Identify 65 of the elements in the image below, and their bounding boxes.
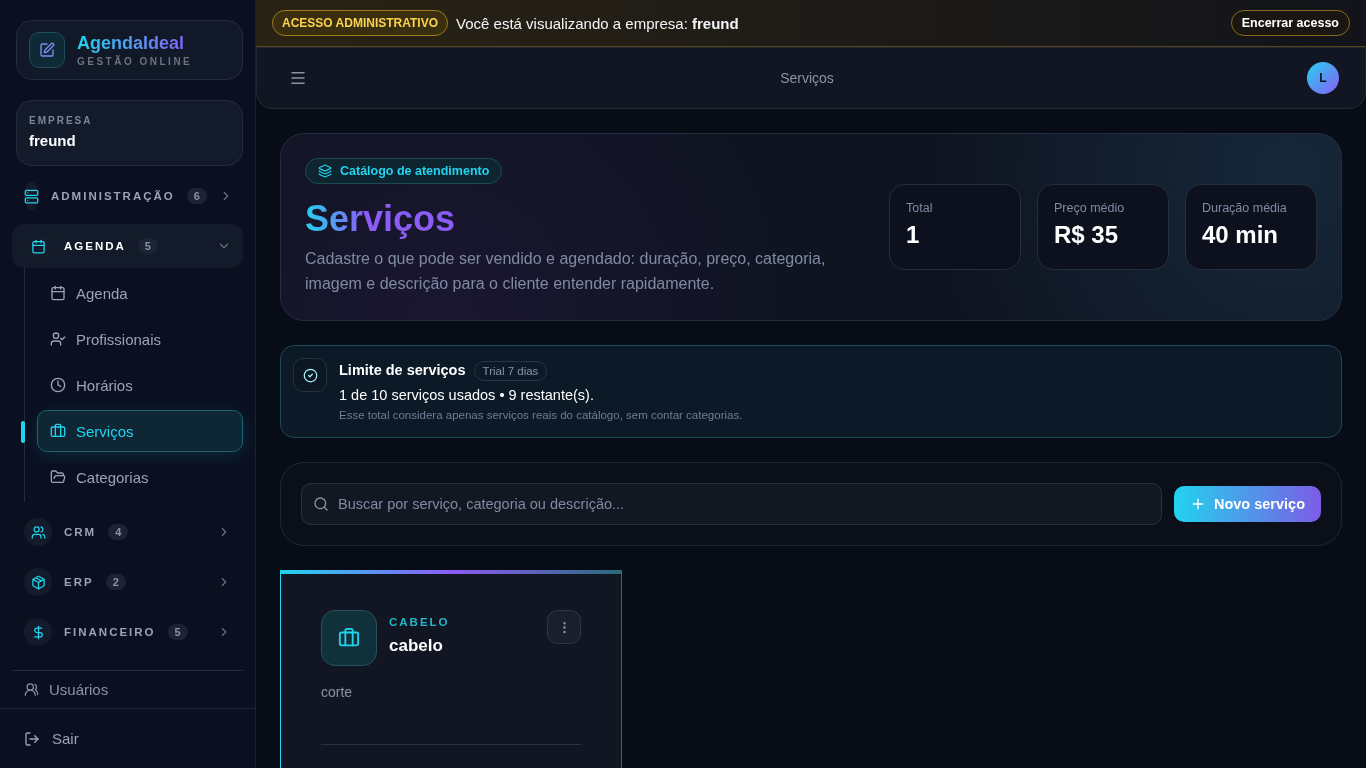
calendar-icon bbox=[50, 285, 66, 301]
stat-value: R$ 35 bbox=[1054, 221, 1120, 249]
limit-title: Limite de serviços bbox=[339, 362, 466, 378]
page-title: Serviços bbox=[779, 70, 835, 86]
admin-badge: ACESSO ADMINISTRATIVO bbox=[272, 10, 448, 36]
company-name: freund bbox=[29, 132, 77, 149]
service-category: CABELO bbox=[389, 616, 450, 628]
logout-icon bbox=[24, 730, 40, 747]
nav-group[interactable]: CRM 4 bbox=[12, 512, 243, 552]
new-service-button[interactable]: Novo serviço bbox=[1173, 486, 1321, 522]
layers-icon bbox=[318, 164, 332, 178]
search-field[interactable]: Buscar por serviço, categoria ou descrição... bbox=[301, 483, 1162, 525]
logout-label: Sair bbox=[52, 730, 79, 747]
brand-tagline: GESTÃO ONLINE bbox=[77, 56, 193, 67]
company-label: EMPRESA bbox=[29, 115, 94, 126]
user-avatar[interactable]: L bbox=[1307, 62, 1339, 94]
nav-item[interactable]: Profissionais bbox=[37, 318, 243, 360]
nav-item-label: Categorias bbox=[76, 468, 149, 486]
nav-item-label: Horários bbox=[76, 376, 133, 394]
nav-count: 5 bbox=[167, 624, 188, 640]
user-check-icon bbox=[50, 331, 66, 347]
banner-message: Você está visualizando a empresa: freund bbox=[456, 14, 739, 32]
folder-icon bbox=[50, 469, 66, 485]
nav-item[interactable]: Categorias bbox=[37, 456, 243, 498]
search-icon bbox=[313, 496, 329, 512]
nav-group[interactable]: FINANCEIRO 5 bbox=[12, 612, 243, 652]
nav-group[interactable]: ERP 2 bbox=[12, 562, 243, 602]
nav-item-label: Serviços bbox=[76, 422, 134, 440]
stat-label: Preço médio bbox=[1054, 201, 1126, 215]
nav-group[interactable]: ADMINISTRAÇÃO 6 bbox=[12, 176, 243, 216]
clock-icon bbox=[50, 377, 66, 393]
users-icon bbox=[24, 682, 39, 697]
nav-group-icon bbox=[24, 568, 52, 596]
nav-group-icon bbox=[24, 518, 52, 546]
service-description: corte bbox=[321, 684, 581, 745]
stat-label: Total bbox=[906, 201, 934, 215]
nav-count: 6 bbox=[186, 188, 207, 204]
new-service-label: Novo serviço bbox=[1213, 496, 1305, 512]
users-link[interactable]: Usuários bbox=[16, 671, 243, 708]
limit-usage: 1 de 10 serviços usados • 9 restante(s). bbox=[339, 387, 595, 403]
nav-item[interactable]: Horários bbox=[37, 364, 243, 406]
limit-note: Esse total considera apenas serviços reais do catálogo, sem contar categorias. bbox=[339, 409, 743, 421]
catalog-chip-label: Catálogo de atendimento bbox=[340, 164, 490, 178]
nav-group[interactable]: AGENDA 5 bbox=[12, 224, 243, 268]
calendar-pen-icon bbox=[29, 32, 65, 68]
end-access-button[interactable]: Encerrar acesso bbox=[1230, 10, 1350, 36]
nav-group-icon bbox=[24, 182, 39, 210]
menu-icon[interactable] bbox=[289, 69, 307, 87]
nav-count: 4 bbox=[108, 524, 129, 540]
nav-item[interactable]: Agenda bbox=[37, 272, 243, 314]
nav-count: 2 bbox=[105, 574, 126, 590]
hero-description: Cadastre o que pode ser vendido e agendado: duração, preço, categoria, imagem e descrição para o cliente entender rapidamente. bbox=[305, 249, 827, 294]
briefcase-icon bbox=[50, 423, 66, 439]
stat-value: 40 min bbox=[1202, 221, 1280, 249]
nav-count: 5 bbox=[137, 238, 158, 254]
nav-group-icon bbox=[24, 618, 52, 646]
nav-item-label: Agenda bbox=[76, 284, 128, 302]
logout-link[interactable]: Sair bbox=[24, 730, 79, 747]
stat-value: 1 bbox=[906, 221, 921, 249]
nav-item-label: Profissionais bbox=[76, 330, 162, 348]
service-name: cabelo bbox=[389, 636, 444, 656]
stat-label: Duração média bbox=[1202, 201, 1288, 215]
active-marker bbox=[21, 421, 25, 443]
briefcase-icon bbox=[321, 610, 377, 666]
users-link-label: Usuários bbox=[49, 681, 109, 698]
